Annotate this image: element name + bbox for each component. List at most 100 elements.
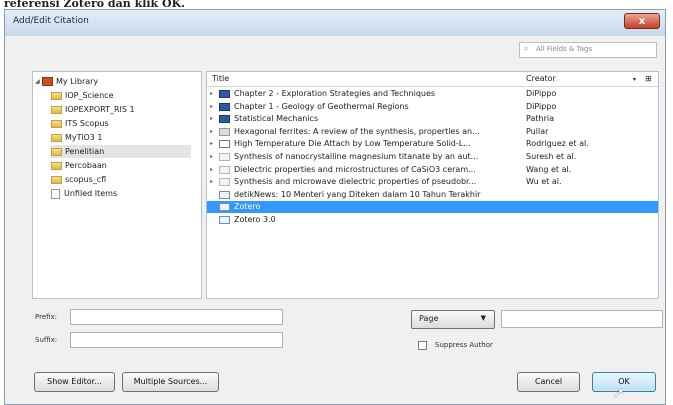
- item-row[interactable]: ▸ Statistical Mechanics Pathria: [207, 113, 658, 125]
- item-row[interactable]: Zotero 3.0: [207, 214, 658, 226]
- item-title: Zotero 3.0: [234, 215, 276, 224]
- expand-twisty-icon[interactable]: ▸: [210, 164, 216, 176]
- search-icon: ⌕: [524, 44, 529, 53]
- item-row[interactable]: ▸ Dielectric properties and microstructur…: [207, 164, 658, 176]
- item-row[interactable]: ▸ Synthesis of nanocrystalline magnesium …: [207, 151, 658, 163]
- tree-item-collection[interactable]: ITS Scopus: [51, 117, 109, 130]
- tree-item-label: Unfiled Items: [64, 189, 118, 198]
- item-row[interactable]: ▸ High Temperature Die Attach by Low Temp…: [207, 138, 658, 150]
- item-row[interactable]: ▸ Hexagonal ferrites: A review of the syn…: [207, 126, 658, 138]
- suppress-author-checkbox[interactable]: [418, 341, 427, 350]
- tree-item-unfiled[interactable]: Unfiled Items: [51, 187, 117, 200]
- suppress-author-label: Suppress Author: [435, 341, 493, 349]
- tree-item-label: Percobaan: [65, 161, 107, 170]
- folder-icon: [51, 161, 62, 170]
- items-header: Title Creator ▾ ⊞: [207, 72, 658, 87]
- tree-item-label: ITS Scopus: [65, 119, 109, 128]
- folder-icon: [51, 105, 62, 114]
- column-picker-icon[interactable]: ⊞: [645, 74, 652, 83]
- tree-item-label: Penelitian: [65, 147, 105, 156]
- item-creator: Wu et al.: [526, 177, 562, 187]
- item-title: Chapter 1 - Geology of Geothermal Region…: [234, 101, 409, 111]
- prefix-label: Prefix:: [35, 313, 58, 321]
- item-title: Hexagonal ferrites: A review of the synt…: [234, 126, 480, 136]
- journal-item-icon: [219, 127, 230, 136]
- sort-arrow-icon[interactable]: ▾: [633, 76, 636, 83]
- tree-item-label: IOP_Science: [65, 91, 114, 100]
- tree-item-label: scopus_cfl: [65, 175, 107, 184]
- search-input[interactable]: ⌕ All Fields & Tags: [519, 42, 657, 58]
- folder-icon: [51, 147, 62, 156]
- item-creator: Pathria: [526, 114, 554, 124]
- item-creator: DiPippo: [526, 101, 557, 111]
- items-list[interactable]: Title Creator ▾ ⊞ ▸ Chapter 2 - Explorati…: [206, 71, 659, 299]
- item-row[interactable]: ▸ Chapter 1 - Geology of Geothermal Regio…: [207, 101, 658, 113]
- collection-tree[interactable]: ◢ My Library IOP_Science IOPEXPORT_RIS 1 …: [32, 71, 202, 299]
- item-creator: DiPippo: [526, 89, 557, 98]
- page-caption: referensi Zotero dan klik OK.: [0, 0, 673, 9]
- item-row[interactable]: ▸ Chapter 2 - Exploration Strategies and …: [207, 88, 658, 100]
- tree-item-my-library[interactable]: ◢ My Library: [35, 75, 98, 88]
- item-creator: Rodriguez et al.: [526, 139, 589, 149]
- tree-item-label: MyTiO3 1: [65, 133, 103, 142]
- prefix-input[interactable]: [70, 309, 283, 325]
- paper-item-icon: [219, 178, 230, 187]
- item-row[interactable]: detikNews: 10 Menteri yang Diteken dalam…: [207, 189, 658, 201]
- title-bar: Add/Edit Citation x: [5, 10, 665, 36]
- book-item-icon: [219, 102, 230, 111]
- patent-item-icon: [219, 140, 230, 149]
- expand-twisty-icon[interactable]: ▸: [210, 113, 216, 125]
- item-title: Chapter 2 - Exploration Strategies and T…: [234, 89, 436, 98]
- tree-item-collection[interactable]: IOPEXPORT_RIS 1: [51, 103, 135, 116]
- expand-twisty-icon[interactable]: ▸: [210, 101, 216, 113]
- suffix-input[interactable]: [70, 332, 283, 348]
- cancel-button[interactable]: Cancel: [517, 372, 580, 392]
- library-icon: [42, 77, 53, 86]
- expand-twisty-icon[interactable]: ▸: [210, 88, 216, 100]
- tree-item-collection-selected[interactable]: Penelitian: [51, 145, 191, 158]
- search-placeholder: All Fields & Tags: [536, 45, 593, 53]
- close-button[interactable]: x: [624, 13, 660, 29]
- add-edit-citation-dialog: Add/Edit Citation x ⌕ All Fields & Tags …: [4, 9, 666, 405]
- show-editor-button[interactable]: Show Editor...: [34, 372, 115, 392]
- item-title: Zotero: [234, 202, 261, 212]
- mouse-pointer-icon: ➚: [613, 385, 625, 401]
- item-title: Dielectric properties and microstructure…: [234, 164, 476, 174]
- web-item-icon: [219, 190, 230, 199]
- tree-item-collection[interactable]: MyTiO3 1: [51, 131, 103, 144]
- book-item-icon: [219, 115, 230, 124]
- suffix-label: Suffix:: [35, 336, 58, 344]
- paper-item-icon: [219, 153, 230, 161]
- locator-type-value: Page: [419, 314, 439, 323]
- expand-twisty-icon[interactable]: ▸: [210, 138, 216, 150]
- item-creator: Pullar: [526, 126, 549, 136]
- folder-icon: [51, 119, 62, 128]
- item-title: Statistical Mechanics: [234, 114, 319, 124]
- column-header-creator[interactable]: Creator: [526, 74, 556, 83]
- tree-item-label: My Library: [56, 77, 99, 86]
- chevron-down-icon: ▼: [480, 314, 486, 322]
- item-creator: Wang et al.: [526, 164, 572, 174]
- item-row-selected[interactable]: Zotero: [207, 201, 658, 214]
- paper-item-icon: [219, 165, 230, 174]
- item-creator: Suresh et al.: [526, 152, 577, 161]
- folder-icon: [51, 133, 62, 142]
- item-row[interactable]: ▸ Synthesis and microwave dielectric prop…: [207, 176, 658, 188]
- expand-twisty-icon[interactable]: ▸: [210, 176, 216, 188]
- expand-arrow-icon[interactable]: ◢: [35, 75, 42, 88]
- web-item-icon: [219, 203, 230, 212]
- locator-type-select[interactable]: Page ▼: [411, 310, 495, 329]
- expand-twisty-icon[interactable]: ▸: [210, 126, 216, 138]
- tree-item-collection[interactable]: IOP_Science: [51, 89, 114, 102]
- tree-item-collection[interactable]: scopus_cfl: [51, 173, 106, 186]
- item-title: Synthesis of nanocrystalline magnesium t…: [234, 152, 479, 161]
- web-item-icon: [219, 216, 230, 224]
- column-header-title[interactable]: Title: [212, 74, 229, 83]
- folder-icon: [51, 91, 62, 100]
- multiple-sources-button[interactable]: Multiple Sources...: [122, 372, 219, 392]
- item-title: High Temperature Die Attach by Low Tempe…: [234, 139, 471, 149]
- item-title: detikNews: 10 Menteri yang Diteken dalam…: [234, 189, 481, 199]
- tree-item-collection[interactable]: Percobaan: [51, 159, 107, 172]
- expand-twisty-icon[interactable]: ▸: [210, 151, 216, 163]
- locator-input[interactable]: [501, 310, 663, 328]
